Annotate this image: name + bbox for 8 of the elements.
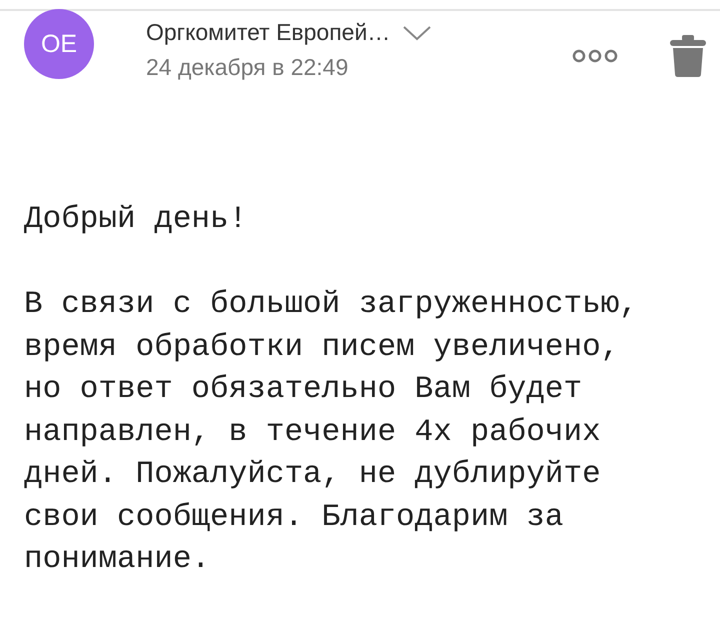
trash-icon[interactable] [670, 35, 706, 77]
more-icon[interactable] [572, 49, 618, 63]
paragraph: В связи с большой загруженностью, время обработки писем увеличено, но ответ обязательно Вам будет направлен, в течение 4х рабочих дней. Пожалуйста, не дублируйте свои сообщения. Благодарим за понимание. [24, 286, 639, 579]
date: 24 декабря в 22:49 [146, 54, 350, 81]
paragraph: Добрый день! [24, 201, 248, 239]
sender-name: Оргкомитет Европей… [146, 19, 390, 46]
avatar: OE [24, 9, 94, 79]
chevron-down-icon[interactable] [402, 24, 432, 42]
